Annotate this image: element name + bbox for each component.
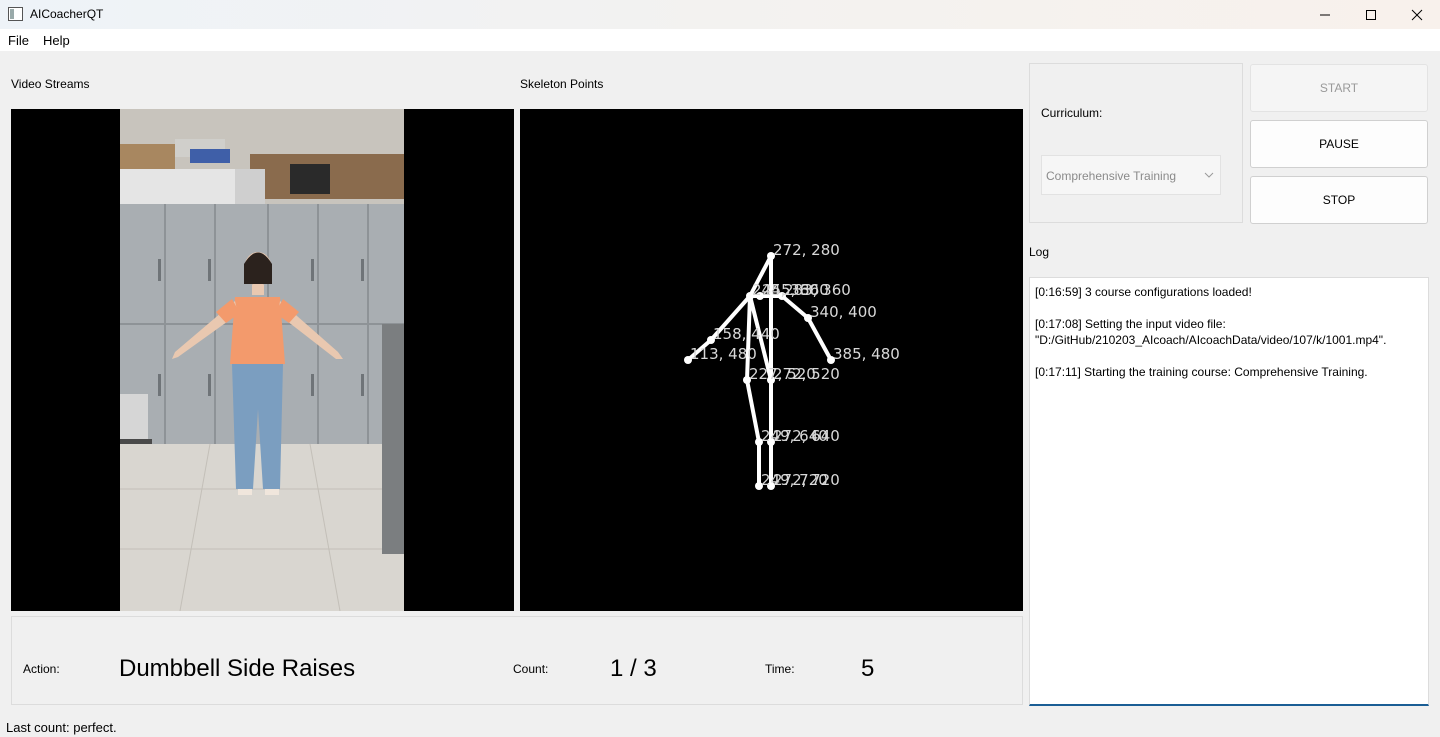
maximize-button[interactable] xyxy=(1348,0,1394,29)
chevron-down-icon xyxy=(1204,172,1214,178)
minimize-icon xyxy=(1320,14,1330,15)
skeleton-bone xyxy=(745,378,761,444)
log-label: Log xyxy=(1029,245,1050,259)
video-streams-label: Video Streams xyxy=(11,77,90,91)
skeleton-point-label: 272, 640 xyxy=(773,427,840,445)
start-button[interactable]: START xyxy=(1250,64,1428,112)
pause-button[interactable]: PAUSE xyxy=(1250,120,1428,168)
curriculum-select[interactable]: Comprehensive Training xyxy=(1041,155,1221,195)
action-value: Dumbbell Side Raises xyxy=(119,655,356,682)
video-frame-image xyxy=(120,109,404,611)
curriculum-panel xyxy=(1029,63,1243,223)
action-label: Action: xyxy=(23,662,60,676)
stop-button[interactable]: STOP xyxy=(1250,176,1428,224)
skeleton-point-label: 272, 720 xyxy=(773,471,840,489)
video-stream-view xyxy=(11,109,514,611)
app-icon xyxy=(8,7,23,21)
close-icon xyxy=(1411,9,1423,20)
menu-bar: File Help xyxy=(0,29,1440,51)
log-entry: [0:16:59] 3 course configurations loaded… xyxy=(1035,285,1252,299)
skeleton-point-label: 385, 480 xyxy=(833,345,900,363)
count-value: 1 / 3 xyxy=(610,655,657,682)
curriculum-label: Curriculum: xyxy=(1041,106,1103,120)
count-label: Count: xyxy=(513,662,549,676)
skeleton-view: 272, 280 244, 360 255, 360 283, 360 158, 440… xyxy=(520,109,1023,611)
skeleton-bone xyxy=(806,316,833,362)
minimize-button[interactable] xyxy=(1302,0,1348,29)
log-output[interactable]: [0:16:59] 3 course configurations loaded… xyxy=(1029,277,1429,706)
menu-help[interactable]: Help xyxy=(43,33,70,48)
log-entry: [0:17:11] Starting the training course: … xyxy=(1035,365,1368,379)
time-label: Time: xyxy=(765,662,795,676)
maximize-icon xyxy=(1366,9,1376,20)
skeleton-point-label: 340, 400 xyxy=(810,303,877,321)
time-value: 5 xyxy=(861,655,875,682)
close-button[interactable] xyxy=(1394,0,1440,29)
menu-file[interactable]: File xyxy=(8,33,29,48)
skeleton-point-label: 158, 440 xyxy=(713,325,780,343)
skeleton-bone xyxy=(780,294,810,320)
skeleton-point-label: 283, 360 xyxy=(784,281,851,299)
skeleton-point-label: 272, 280 xyxy=(773,241,840,259)
skeleton-point-label: 272, 520 xyxy=(773,365,840,383)
skeleton-points-label: Skeleton Points xyxy=(520,77,604,91)
skeleton-canvas: 272, 280244, 360255, 360283, 360158, 440… xyxy=(684,241,900,490)
video-frame xyxy=(120,109,404,611)
window-title: AICoacherQT xyxy=(30,7,104,21)
log-entry: [0:17:08] Setting the input video file: … xyxy=(1035,317,1387,347)
curriculum-selected-value: Comprehensive Training xyxy=(1046,169,1177,183)
skeleton-point-label: 113, 480 xyxy=(690,345,757,363)
status-bar-message: Last count: perfect. xyxy=(6,720,117,735)
title-bar: AICoacherQT xyxy=(0,0,1440,29)
